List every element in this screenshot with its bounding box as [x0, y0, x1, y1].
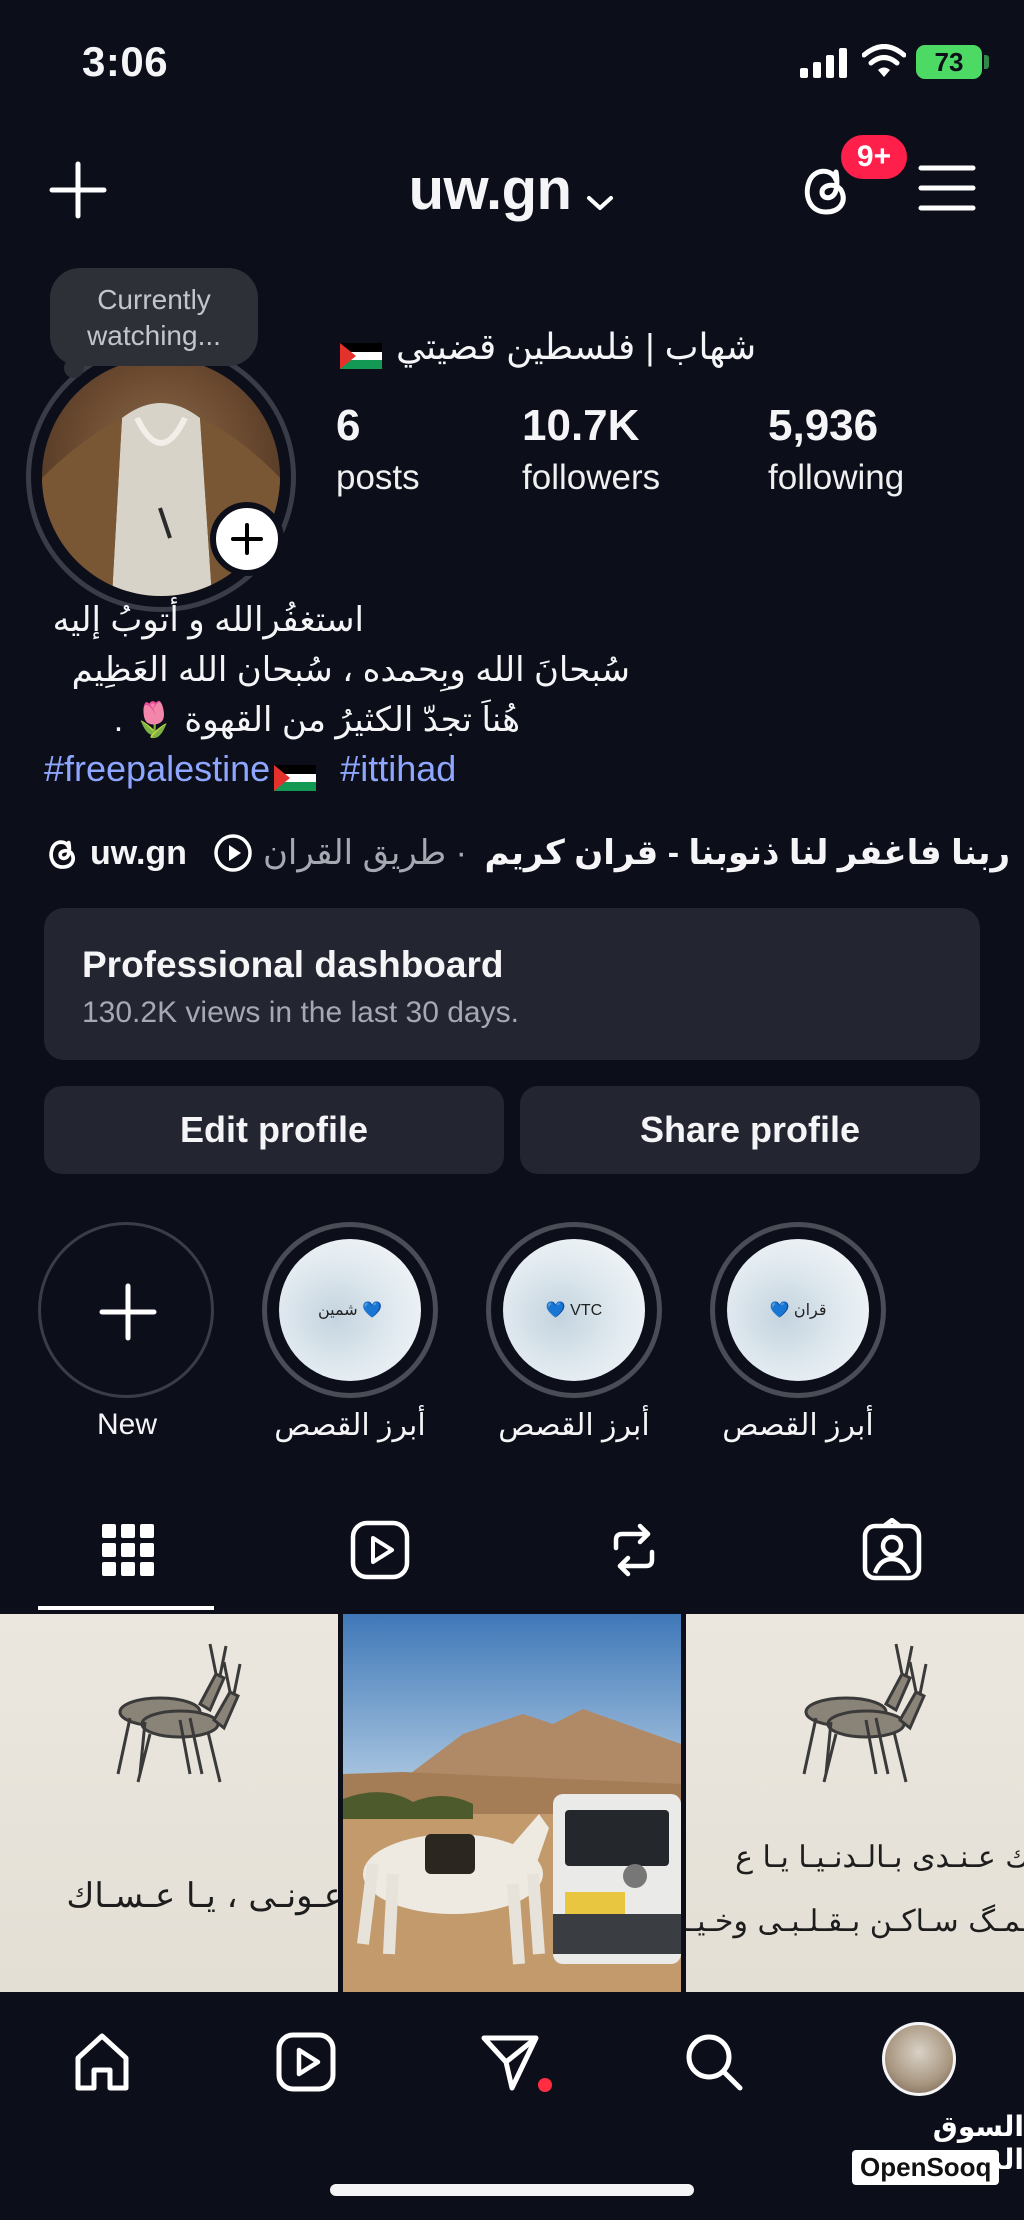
highlight-cover: 💙 VTC — [503, 1239, 645, 1381]
gazelle-illustration — [802, 1643, 928, 1783]
battery-tip — [984, 55, 989, 69]
hashtag-ittihad[interactable]: #ittihad — [340, 748, 456, 789]
display-name: شهاب | فلسطين قضيتي — [336, 326, 757, 370]
highlight-label: أبرز القصص — [274, 1409, 426, 1442]
new-highlight-button[interactable] — [38, 1222, 214, 1398]
threads-icon — [49, 840, 75, 869]
profile-tab-avatar[interactable] — [882, 2022, 956, 2096]
status-time: 3:06 — [82, 38, 169, 85]
hashtag-freepalestine[interactable]: #freepalestine — [44, 748, 270, 789]
note-bubble-tail — [64, 358, 84, 378]
posts-stat[interactable]: 6 posts — [336, 400, 420, 504]
following-count: 5,936 — [768, 401, 879, 450]
bio-line-2: سُبحانَ الله وبِحمده ، سُبحان الله العَظ… — [71, 651, 630, 689]
highlight-item[interactable]: 💙 VTC — [486, 1222, 662, 1398]
display-name-text: شهاب | فلسطين قضيتي — [396, 326, 757, 367]
unread-dot — [538, 2078, 552, 2092]
battery-indicator: 73 — [916, 45, 982, 79]
highlight-item[interactable]: شمين 💙 — [262, 1222, 438, 1398]
posts-count: 6 — [336, 401, 361, 450]
home-indicator[interactable] — [330, 2184, 694, 2196]
highlight-label-new: New — [96, 1408, 157, 1441]
highlight-label: أبرز القصص — [498, 1409, 650, 1442]
wifi-icon — [862, 44, 906, 77]
watermark-english: OpenSooq — [852, 2150, 1000, 2185]
tagged-tab-icon[interactable] — [860, 1518, 924, 1582]
desert-photo — [343, 1614, 681, 1992]
audio-title: ربنا فاغفر لنا ذنوبنا - قران كريم — [484, 834, 1011, 872]
grid-post[interactable]: عـونـى ، يـا عـسـاك — [0, 1614, 338, 1992]
posts-label: posts — [336, 458, 420, 497]
followers-count: 10.7K — [522, 401, 640, 450]
reposts-tab-icon[interactable] — [602, 1518, 666, 1582]
reels-tab-icon[interactable] — [348, 1518, 412, 1582]
highlight-item[interactable]: 💙 قران — [710, 1222, 886, 1398]
bio-line-3: هُناَ تجدّ الكثيرُ من القهوة 🌷 . — [113, 701, 520, 739]
share-profile-button[interactable]: Share profile — [520, 1086, 980, 1174]
followers-label: followers — [522, 458, 661, 497]
highlight-label: أبرز القصص — [722, 1409, 874, 1442]
palestine-flag-icon — [340, 336, 382, 370]
grid-post[interactable] — [343, 1614, 681, 1992]
grid-post[interactable]: ك عـنـدى بـالـدنـيـا يـا ع ـمـگ سـاكـن ب… — [686, 1614, 1024, 1992]
following-stat[interactable]: 5,936 following — [768, 400, 904, 504]
threads-link[interactable]: uw.gn — [90, 834, 187, 873]
followers-stat[interactable]: 10.7K followers — [522, 400, 660, 504]
palestine-flag-icon — [274, 758, 317, 792]
highlight-cover: شمين 💙 — [279, 1239, 421, 1381]
menu-icon[interactable] — [918, 164, 976, 212]
post-caption: ك عـنـدى بـالـدنـيـا يـا ع — [735, 1840, 1024, 1875]
home-icon[interactable] — [70, 2030, 134, 2094]
bio-hashtags: #freepalestine #ittihad — [44, 748, 456, 792]
edit-profile-button[interactable]: Edit profile — [44, 1086, 504, 1174]
highlight-cover: 💙 قران — [727, 1239, 869, 1381]
notification-badge: 9+ — [838, 132, 910, 182]
post-caption: ـمـگ سـاكـن بـقـلـبـى وخـيـا — [686, 1904, 1024, 1939]
profile-links-row: uw.gn ربنا فاغفر لنا ذنوبنا - قران كريم … — [44, 830, 1010, 876]
bio-line-1: استغفُرالله و أتوبُ إليه — [52, 601, 364, 639]
profile-audio-link[interactable]: ربنا فاغفر لنا ذنوبنا - قران كريم · طريق… — [263, 833, 1010, 873]
professional-dashboard-card[interactable]: Professional dashboard 130.2K views in t… — [44, 908, 980, 1060]
audio-artist: · طريق القران — [262, 834, 467, 872]
following-label: following — [768, 458, 905, 497]
header-username: uw.gn — [408, 157, 572, 222]
active-tab-indicator — [38, 1606, 214, 1610]
reels-icon[interactable] — [274, 2030, 338, 2094]
plus-icon — [99, 1283, 157, 1341]
note-bubble[interactable]: Currently watching... — [50, 268, 258, 366]
dashboard-subtitle: 130.2K views in the last 30 days. — [82, 996, 519, 1029]
post-caption: عـونـى ، يـا عـسـاك — [66, 1876, 338, 1916]
play-circle-icon — [214, 834, 252, 872]
direct-messages-icon[interactable] — [478, 2030, 542, 2094]
dashboard-title: Professional dashboard — [82, 944, 504, 985]
chevron-down-icon — [585, 160, 615, 227]
gazelle-illustration — [116, 1643, 242, 1783]
signal-icon — [800, 48, 847, 78]
grid-tab-icon[interactable] — [96, 1518, 160, 1582]
add-story-button[interactable] — [210, 502, 284, 576]
search-icon[interactable] — [682, 2030, 746, 2094]
